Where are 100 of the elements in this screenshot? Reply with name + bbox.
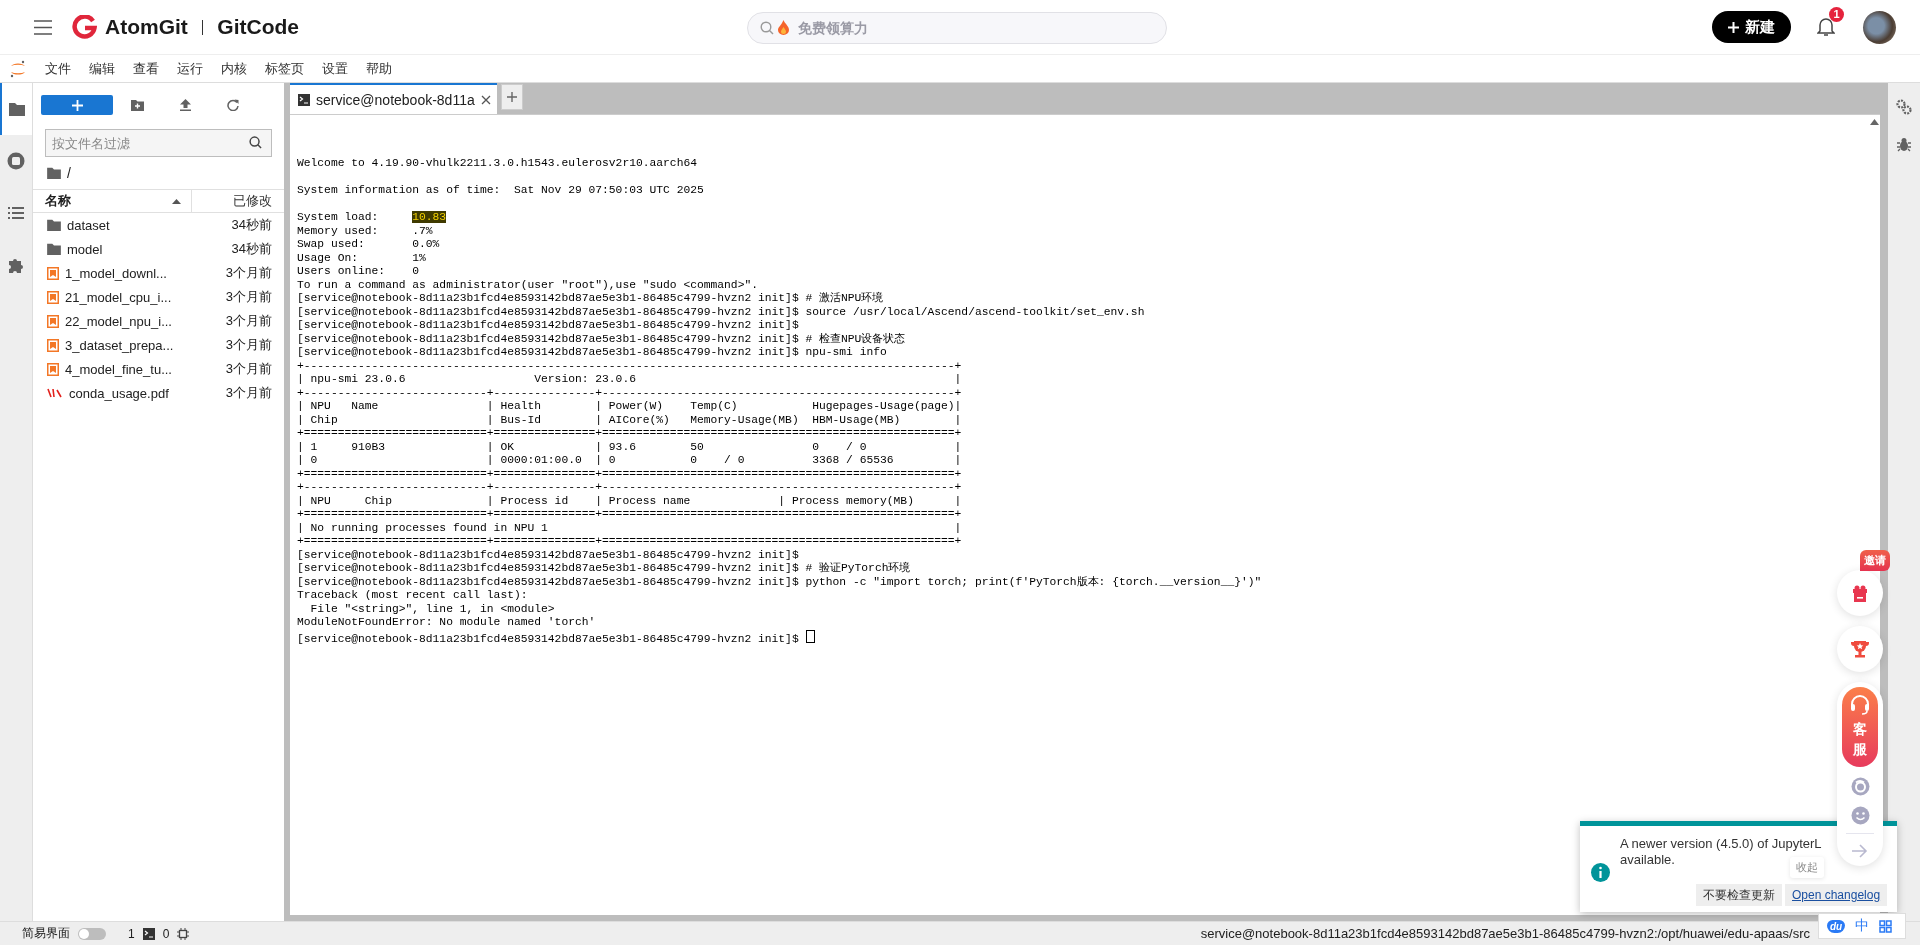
refresh-icon[interactable] [227,99,239,111]
dismiss-button[interactable]: 不要检查更新 [1696,884,1782,906]
logo-icon[interactable] [72,14,97,40]
flame-icon [778,20,789,35]
new-folder-icon[interactable] [130,99,144,111]
gears-icon[interactable] [1896,99,1912,115]
file-modified-time: 3个月前 [224,312,273,330]
file-name[interactable]: 21_model_cpu_i... [65,289,192,305]
info-icon [1591,863,1610,882]
terminal-count: 1 [128,926,135,941]
file-modified-time: 3个月前 [224,264,273,282]
notebook-icon [47,266,59,280]
terminal-line: [service@notebook-8d11a23b1fcd4e8593142bd87ae5e3b1-86485c4799-hvzn2 init]$ # 激活NPU环境 [297,292,884,304]
headset-icon [1849,694,1871,716]
grid-icon[interactable] [1879,919,1893,933]
terminal-line: | NPU Name | Health | Power(W) Temp(C) Hugepages-Usage(page)| [297,400,962,412]
terminal-line: [service@notebook-8d11a23b1fcd4e8593142bd87ae5e3b1-86485c4799-hvzn2 init]$ python -c "import torch; print(f'PyTorch版本: {torch.__version__}')" [297,575,1262,588]
terminal-line: [service@notebook-8d11a23b1fcd4e8593142bd87ae5e3b1-86485c4799-hvzn2 init]$ [297,632,799,645]
terminal-line: Swap used: 0.0% [297,238,440,250]
notebook-icon [47,362,59,376]
terminal-line: System information as of time: Sat Nov 29 07:50:03 UTC 2025 [297,184,704,196]
column-header[interactable]: 名称 [45,192,172,210]
terminal-line: Traceback (most recent call last): [297,589,528,601]
logo-text: AtomGit [105,15,188,39]
file-name[interactable]: conda_usage.pdf [69,385,192,401]
file-name[interactable]: 1_model_downl... [65,265,192,281]
sidebar-tab[interactable] [0,83,32,135]
file-modified-time: 3个月前 [224,384,273,402]
upload-icon[interactable] [179,99,191,111]
close-icon[interactable] [480,94,491,105]
bell-icon[interactable] [1817,17,1835,37]
bug-icon[interactable] [1897,137,1911,152]
notification-text: A newer version (4.5.0) of JupyterL [1620,836,1822,852]
ime-language[interactable]: 中 [1855,917,1870,935]
new-button[interactable]: 新建 [1712,11,1791,43]
notebook-icon [47,338,59,352]
terminal-line: File "<string>", line 1, in <module> [309,602,555,615]
column-header[interactable]: 已修改 [233,193,272,208]
terminal-icon[interactable] [142,927,155,940]
menu-icon[interactable] [34,19,52,35]
terminal-line: | No running processes found in NPU 1 | [297,521,962,534]
terminal-line: +===========================+===============+====================================================+ [297,427,962,439]
terminal-line: +---------------------------+---------------+----------------------------------------------------+ [297,386,962,399]
terminal-line: [service@notebook-8d11a23b1fcd4e8593142bd87ae5e3b1-86485c4799-hvzn2 init]$ [297,319,799,331]
scroll-up-icon[interactable] [1869,119,1879,125]
file-name[interactable]: 3_dataset_prepa... [65,337,192,353]
stop-circle-icon [7,152,25,170]
terminal-line: [service@notebook-8d11a23b1fcd4e8593142bd87ae5e3b1-86485c4799-hvzn2 init]$ # 检查NPU设备状态 [297,332,906,345]
customer-service-button[interactable]: 客服 [1842,687,1878,768]
file-name[interactable]: model [67,241,192,257]
breadcrumb-path[interactable]: / [67,165,71,181]
add-tab-button[interactable] [500,84,523,110]
puzzle-icon [8,257,24,273]
sort-up-icon[interactable] [172,198,181,204]
terminal-line: +===========================+===============+====================================================+ [297,535,962,547]
file-name[interactable]: 4_model_fine_tu... [65,361,192,377]
menu-item[interactable]: 内核 [212,59,256,78]
terminal-line: | Chip | Bus-Id | AICore(%) Memory-Usage(MB) HBM-Usage(MB) | [297,413,962,426]
menu-item[interactable]: 帮助 [357,59,401,78]
ime-logo[interactable]: du [1827,919,1846,933]
folder-icon [9,102,25,116]
folder-icon [47,167,61,179]
terminal-tab[interactable]: service@notebook-8d11a [290,83,497,114]
list-icon [8,206,24,220]
menu-item[interactable]: 设置 [313,59,357,78]
terminal-line: Welcome to 4.19.90-vhulk2211.3.0.h1543.eulerosv2r10.aarch64 [297,157,697,169]
terminal-line: [service@notebook-8d11a23b1fcd4e8593142bd87ae5e3b1-86485c4799-hvzn2 init]$ npu-smi info [297,346,887,358]
chip-icon[interactable] [177,927,190,940]
plus-icon [1728,21,1739,33]
folder-icon [47,243,61,255]
pdf-icon [47,387,63,399]
menu-item[interactable]: 标签页 [256,59,313,78]
invite-badge[interactable]: 邀请 [1860,550,1890,571]
search-field[interactable]: 免费领算力 [747,12,1167,44]
terminal-line: [service@notebook-8d11a23b1fcd4e8593142bd87ae5e3b1-86485c4799-hvzn2 init]$ source /usr/local/Ascend/ascend-toolkit/set_env.sh [297,305,1145,318]
notebook-icon [47,314,59,328]
file-modified-time: 3个月前 [224,336,273,354]
menu-item[interactable]: 文件 [36,59,80,78]
file-name[interactable]: 22_model_npu_i... [65,313,192,329]
notebook-icon [47,290,59,304]
terminal-line: ModuleNotFoundError: No module named 'torch' [297,616,596,628]
file-name[interactable]: dataset [67,217,192,233]
menu-item[interactable]: 运行 [168,59,212,78]
filter-field[interactable]: 按文件名过滤 [45,129,272,157]
terminal-line: +===========================+===============+====================================================+ [297,467,962,480]
terminal-line: Usage On: 1% [297,251,426,264]
notification-count: 1 [1829,7,1844,22]
simple-mode-label: 简易界面 [22,925,70,942]
simple-mode-switch[interactable] [78,927,106,940]
avatar[interactable] [1863,10,1896,44]
menu-item[interactable]: 查看 [124,59,168,78]
terminal-line: Memory used: .7% [297,224,433,237]
status-path: service@notebook-8d11a23b1fcd4e8593142bd87ae5e3b1-86485c4799-hvzn2:/opt/huawei/edu-apaas/src [1200,926,1810,941]
folder-icon [47,219,61,231]
menu-item[interactable]: 编辑 [80,59,124,78]
changelog-link[interactable]: Open changelog [1785,884,1888,906]
kernel-count: 0 [162,926,170,941]
file-modified-time: 3个月前 [224,360,273,378]
terminal-line: +===========================+===============+====================================================+ [297,508,962,520]
terminal-line: Users online: 0 [297,265,420,277]
